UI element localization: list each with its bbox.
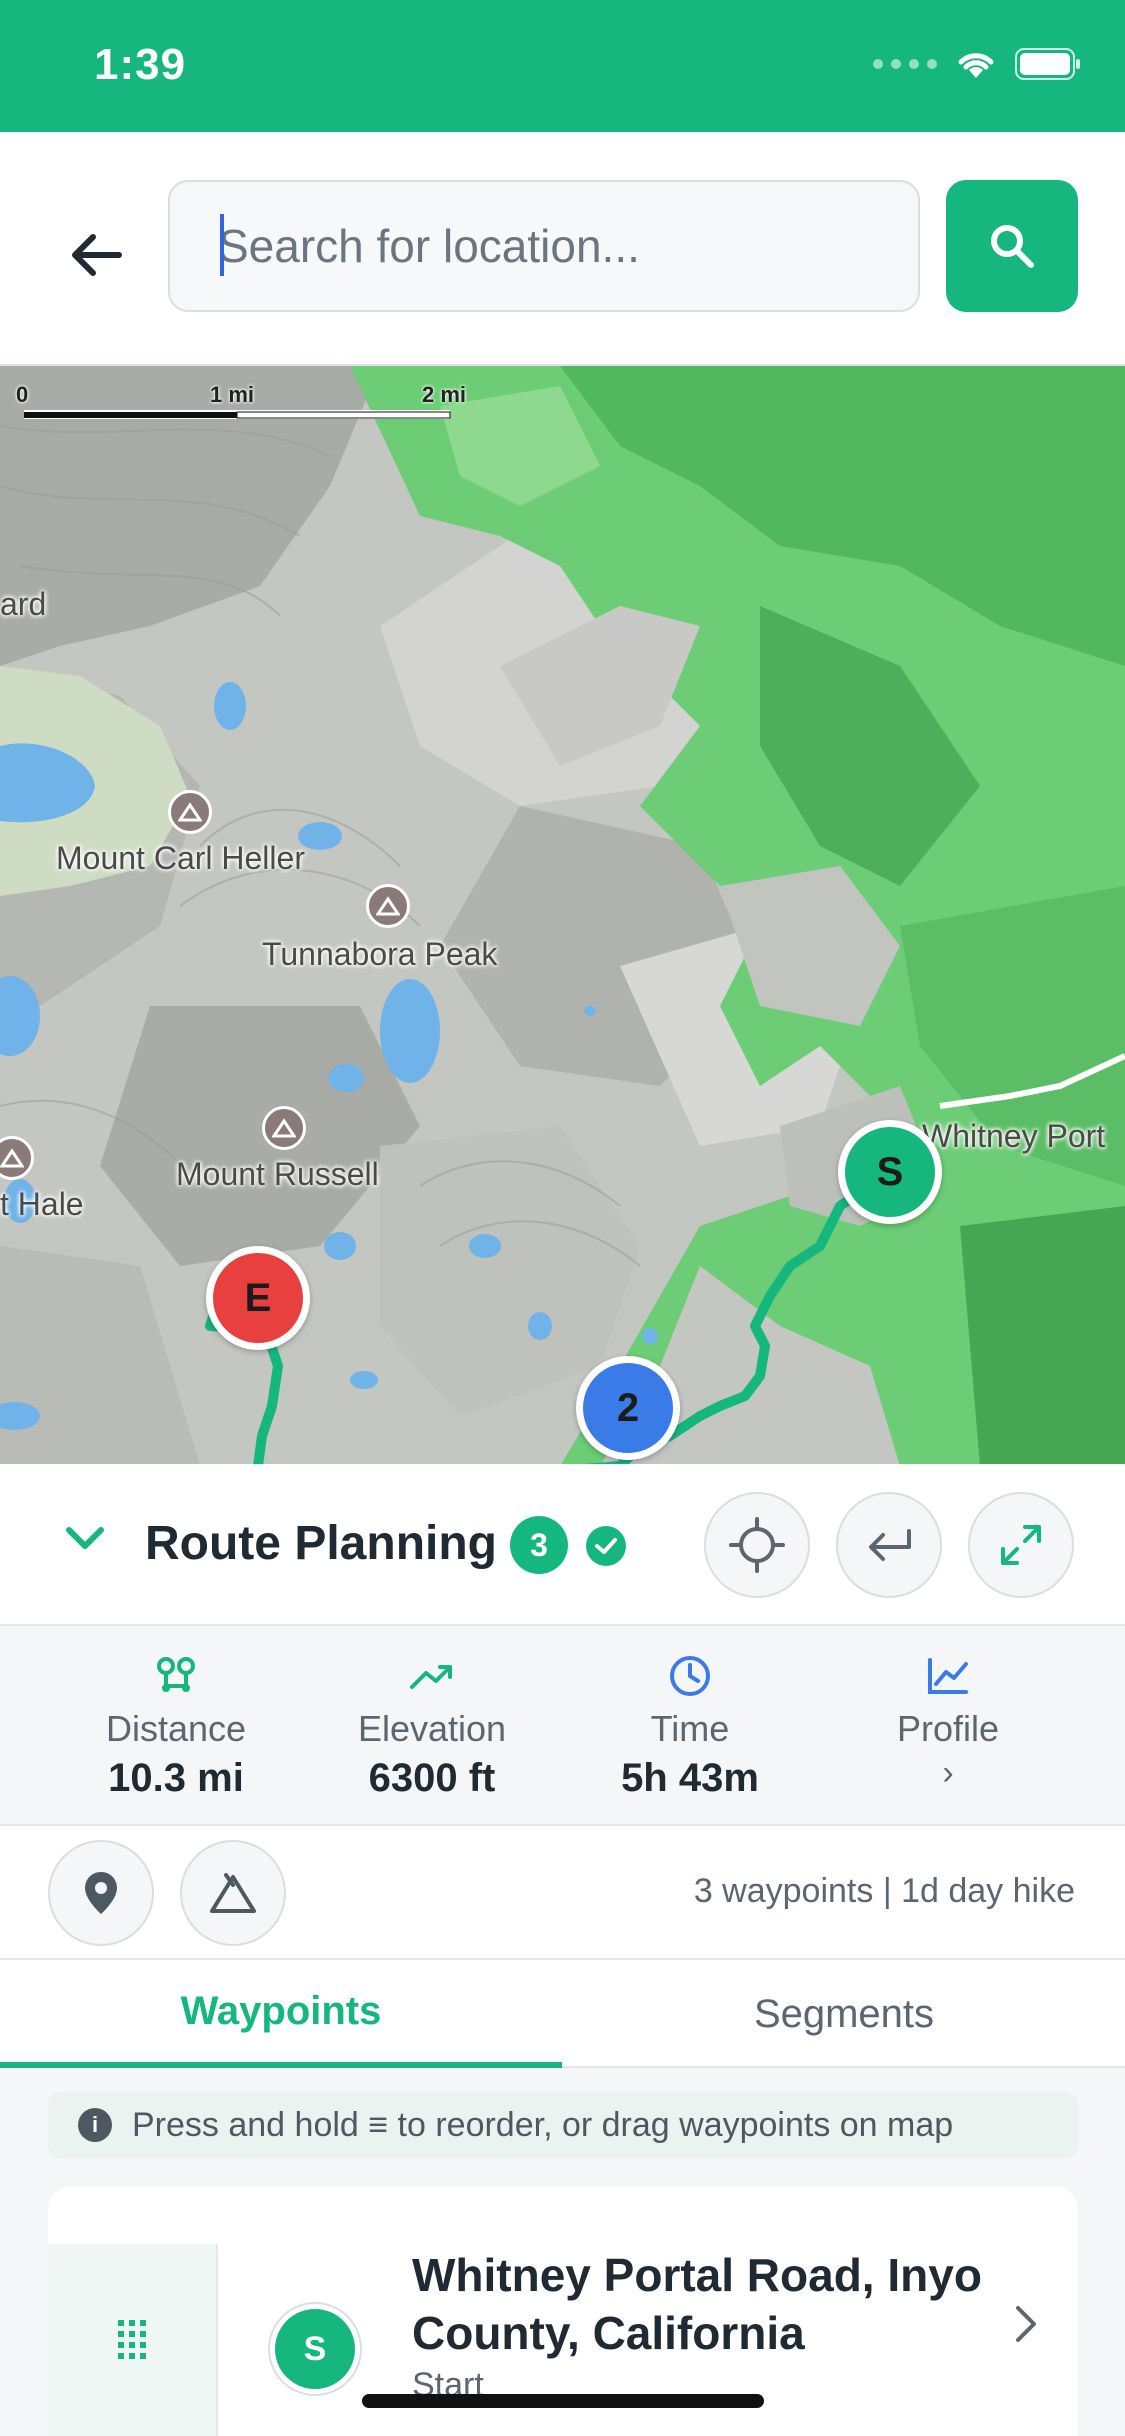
- waypoint-count-badge: 3: [510, 1516, 568, 1574]
- search-header: [0, 132, 1125, 364]
- tab-segments[interactable]: Segments: [563, 1960, 1125, 2068]
- tent-icon: [210, 1873, 256, 1913]
- scale-label-2mi: 2 mi: [422, 382, 467, 407]
- drag-dots-icon: [118, 2320, 146, 2359]
- map-label-whitney-portal: Whitney Port: [922, 1118, 1106, 1154]
- waypoint-list: i Press and hold ≡ to reorder, or drag w…: [0, 2068, 1125, 2436]
- check-icon: [586, 1526, 626, 1566]
- route-icon: [157, 1657, 195, 1692]
- arrow-left-icon: [72, 234, 122, 276]
- peak-icon: [262, 1106, 306, 1150]
- undo-button[interactable]: [836, 1492, 942, 1598]
- back-button[interactable]: [50, 210, 140, 300]
- cellular-icon: [873, 59, 937, 69]
- map-label-mount-russell: Mount Russell: [176, 1156, 379, 1192]
- stat-profile[interactable]: Profile ›: [818, 1654, 1078, 1793]
- add-waypoint-button[interactable]: [48, 1840, 154, 1946]
- text-cursor: [220, 214, 224, 276]
- locate-button[interactable]: [704, 1492, 810, 1598]
- wifi-icon: [958, 53, 994, 78]
- reorder-hint: i Press and hold ≡ to reorder, or drag w…: [48, 2092, 1078, 2158]
- crosshair-icon: [729, 1517, 785, 1573]
- expand-icon: [1001, 1525, 1041, 1565]
- scale-label-0: 0: [16, 382, 29, 407]
- route-summary: 3 waypoints | 1d day hike: [693, 1872, 1075, 1910]
- tabs: Waypoints Segments: [0, 1960, 1125, 2068]
- drag-handle[interactable]: [48, 2244, 218, 2436]
- collapse-button[interactable]: [60, 1514, 110, 1564]
- stat-value: 5h 43m: [621, 1756, 759, 1800]
- undo-icon: [869, 1529, 911, 1561]
- status-icons: [873, 48, 1081, 80]
- chevron-right-icon: ›: [942, 1754, 954, 1792]
- tools-row: 3 waypoints | 1d day hike: [0, 1826, 1125, 1960]
- route-title: Route Planning: [145, 1517, 497, 1570]
- search-input[interactable]: [168, 180, 920, 312]
- status-bar: 1:39: [0, 0, 1125, 132]
- peak-icon: [168, 790, 212, 834]
- map-label-tunnabora-peak: Tunnabora Peak: [262, 936, 498, 972]
- clock-icon: [670, 1656, 710, 1696]
- chart-line-icon: [928, 1658, 968, 1694]
- search-icon: [991, 225, 1034, 268]
- map-label-ard: ard: [0, 586, 47, 622]
- map-label-mount-carl-heller: Mount Carl Heller: [56, 840, 305, 876]
- waypoint-marker[interactable]: 2: [576, 1356, 680, 1460]
- peak-icon: [366, 884, 410, 928]
- stat-label: Profile: [896, 1708, 1000, 1749]
- chevron-down-icon: [66, 1527, 104, 1549]
- status-time: 1:39: [94, 40, 187, 89]
- battery-icon: [1015, 48, 1080, 80]
- waypoint-name: Whitney Portal Road, Inyo County, Califo…: [412, 2249, 982, 2359]
- trend-up-icon: [410, 1665, 452, 1689]
- home-indicator: [362, 2394, 764, 2408]
- stat-elevation: Elevation 6300 ft: [302, 1654, 562, 1801]
- map-view[interactable]: 0 1 mi 2 mi ard Mount Carl Heller Tunnab…: [0, 364, 1125, 1464]
- add-camp-button[interactable]: [180, 1840, 286, 1946]
- map-pin-icon: [85, 1872, 117, 1914]
- waypoint-badge: S: [270, 2304, 360, 2394]
- end-marker[interactable]: E: [206, 1246, 310, 1350]
- map-label-t-hale: t Hale: [0, 1186, 84, 1222]
- chevron-right-icon: [1014, 2304, 1038, 2355]
- topographic-map: [0, 366, 1125, 1464]
- expand-button[interactable]: [968, 1492, 1074, 1598]
- stat-label: Time: [650, 1708, 730, 1749]
- hint-text: Press and hold ≡ to reorder, or drag way…: [132, 2105, 954, 2144]
- stat-value: 6300 ft: [368, 1756, 496, 1800]
- search-button[interactable]: [946, 180, 1078, 312]
- info-icon: i: [78, 2108, 112, 2142]
- stat-label: Elevation: [357, 1708, 507, 1749]
- stat-label: Distance: [105, 1708, 247, 1749]
- scale-label-1mi: 1 mi: [210, 382, 255, 407]
- start-marker[interactable]: S: [838, 1120, 942, 1224]
- stat-value: 10.3 mi: [108, 1756, 244, 1800]
- route-stats: Distance 10.3 mi Elevation 6300 ft Time …: [0, 1624, 1125, 1826]
- stat-time: Time 5h 43m: [560, 1654, 820, 1801]
- tab-waypoints[interactable]: Waypoints: [0, 1960, 562, 2068]
- route-planning-header: Route Planning 3: [0, 1464, 1125, 1624]
- stat-distance: Distance 10.3 mi: [46, 1654, 306, 1801]
